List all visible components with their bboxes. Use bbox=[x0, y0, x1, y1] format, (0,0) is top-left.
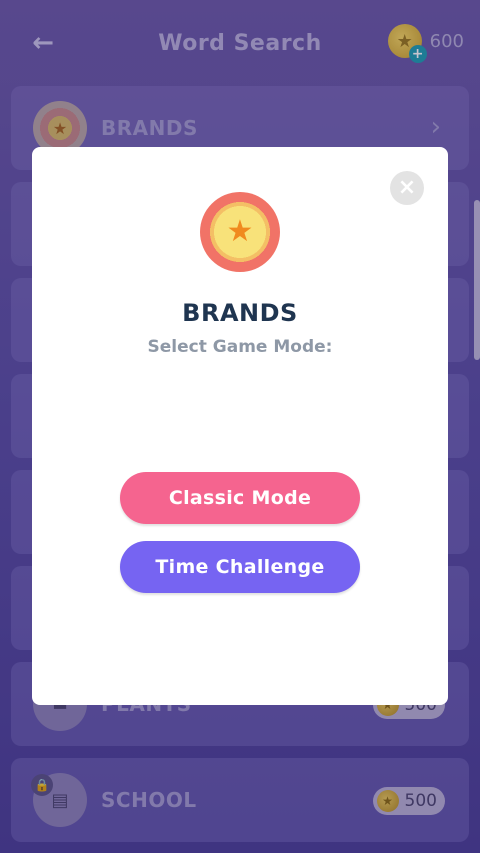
star-badge-icon: ★ bbox=[200, 192, 280, 272]
classic-mode-button[interactable]: Classic Mode bbox=[120, 472, 360, 524]
close-button[interactable]: × bbox=[390, 171, 424, 205]
game-mode-dialog: × ★ BRANDS Select Game Mode: Classic Mod… bbox=[32, 147, 448, 705]
dialog-title: BRANDS bbox=[182, 299, 298, 327]
star-icon: ★ bbox=[226, 214, 254, 249]
close-icon: × bbox=[397, 175, 417, 200]
time-challenge-button[interactable]: Time Challenge bbox=[120, 541, 360, 593]
dialog-subtitle: Select Game Mode: bbox=[147, 337, 333, 357]
